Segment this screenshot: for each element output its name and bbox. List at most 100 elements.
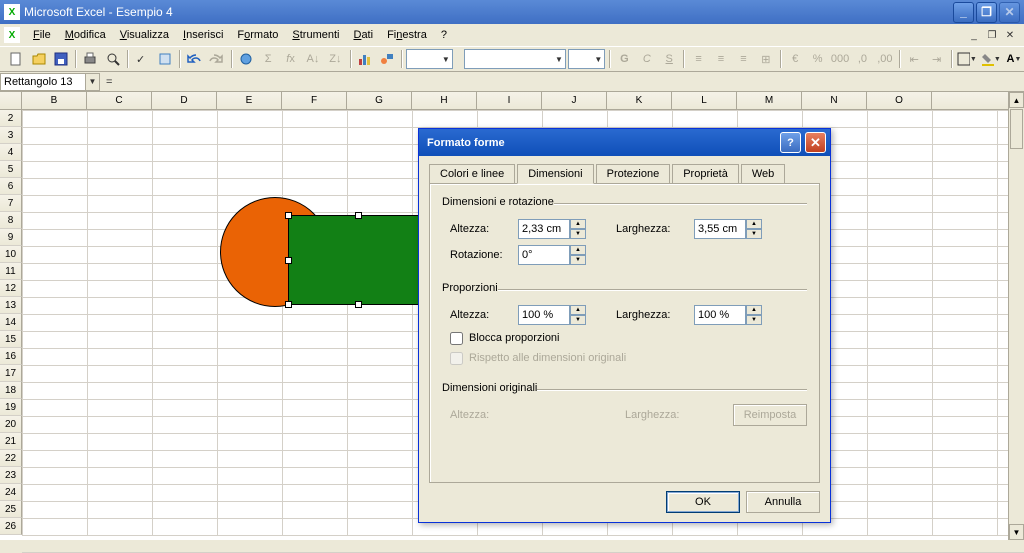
scale-width-input[interactable] bbox=[694, 305, 746, 325]
ok-button[interactable]: OK bbox=[666, 491, 740, 513]
cancel-button[interactable]: Annulla bbox=[746, 491, 820, 513]
menu-inserisci[interactable]: Inserisci bbox=[176, 27, 230, 43]
font-combo[interactable]: ▼ bbox=[464, 49, 566, 69]
row-header-15[interactable]: 15 bbox=[0, 331, 22, 348]
scale-height-input[interactable] bbox=[518, 305, 570, 325]
font-color-button[interactable]: A▼ bbox=[1004, 48, 1024, 70]
rotation-spinner[interactable]: ▲▼ bbox=[518, 245, 586, 265]
resize-handle-w[interactable] bbox=[285, 257, 292, 264]
menu-strumenti[interactable]: Strumenti bbox=[285, 27, 346, 43]
width-down[interactable]: ▼ bbox=[746, 229, 762, 239]
menu-file[interactable]: File bbox=[26, 27, 58, 43]
col-header-L[interactable]: L bbox=[672, 92, 737, 109]
hyperlink-button[interactable] bbox=[235, 48, 255, 70]
row-header-23[interactable]: 23 bbox=[0, 467, 22, 484]
rotation-down[interactable]: ▼ bbox=[570, 255, 586, 265]
name-box[interactable]: Rettangolo 13 ▼ bbox=[0, 73, 100, 91]
col-header-J[interactable]: J bbox=[542, 92, 607, 109]
tab-protezione[interactable]: Protezione bbox=[596, 164, 671, 183]
row-header-20[interactable]: 20 bbox=[0, 416, 22, 433]
row-header-16[interactable]: 16 bbox=[0, 348, 22, 365]
scale-width-spinner[interactable]: ▲▼ bbox=[694, 305, 762, 325]
redo-button[interactable] bbox=[206, 48, 226, 70]
tab-dimensioni[interactable]: Dimensioni bbox=[517, 164, 593, 184]
new-button[interactable] bbox=[6, 48, 26, 70]
doc-close-button[interactable]: ✕ bbox=[1002, 28, 1018, 42]
height-down[interactable]: ▼ bbox=[570, 229, 586, 239]
row-header-8[interactable]: 8 bbox=[0, 212, 22, 229]
resize-handle-nw[interactable] bbox=[285, 212, 292, 219]
row-header-26[interactable]: 26 bbox=[0, 518, 22, 535]
research-button[interactable] bbox=[154, 48, 174, 70]
row-header-6[interactable]: 6 bbox=[0, 178, 22, 195]
scroll-down-button[interactable]: ▼ bbox=[1009, 524, 1024, 540]
minimize-button[interactable]: _ bbox=[953, 2, 974, 23]
row-header-3[interactable]: 3 bbox=[0, 127, 22, 144]
drawing-button[interactable] bbox=[377, 48, 397, 70]
row-header-18[interactable]: 18 bbox=[0, 382, 22, 399]
print-button[interactable] bbox=[80, 48, 100, 70]
tab-proprietà[interactable]: Proprietà bbox=[672, 164, 739, 183]
menu-visualizza[interactable]: Visualizza bbox=[113, 27, 176, 43]
row-header-24[interactable]: 24 bbox=[0, 484, 22, 501]
dialog-help-button[interactable]: ? bbox=[780, 132, 801, 153]
col-header-D[interactable]: D bbox=[152, 92, 217, 109]
row-header-19[interactable]: 19 bbox=[0, 399, 22, 416]
resize-handle-s[interactable] bbox=[355, 301, 362, 308]
menu-finestra[interactable]: Finestra bbox=[380, 27, 434, 43]
row-header-13[interactable]: 13 bbox=[0, 297, 22, 314]
rotation-input[interactable] bbox=[518, 245, 570, 265]
fill-color-button[interactable]: ▼ bbox=[980, 48, 1002, 70]
col-header-C[interactable]: C bbox=[87, 92, 152, 109]
col-header-F[interactable]: F bbox=[282, 92, 347, 109]
col-header-K[interactable]: K bbox=[607, 92, 672, 109]
col-header-N[interactable]: N bbox=[802, 92, 867, 109]
borders-button[interactable]: ▼ bbox=[956, 48, 978, 70]
spell-button[interactable]: ✓ bbox=[132, 48, 152, 70]
scale-width-down[interactable]: ▼ bbox=[746, 315, 762, 325]
row-header-11[interactable]: 11 bbox=[0, 263, 22, 280]
close-button[interactable]: ✕ bbox=[999, 2, 1020, 23]
tab-colori-e-linee[interactable]: Colori e linee bbox=[429, 164, 515, 183]
rectangle-shape[interactable] bbox=[288, 215, 427, 305]
rotation-up[interactable]: ▲ bbox=[570, 245, 586, 255]
scroll-up-button[interactable]: ▲ bbox=[1009, 92, 1024, 108]
menu-formato[interactable]: Formato bbox=[230, 27, 285, 43]
chevron-down-icon[interactable]: ▼ bbox=[85, 74, 99, 90]
row-header-7[interactable]: 7 bbox=[0, 195, 22, 212]
menu-?[interactable]: ? bbox=[434, 27, 454, 43]
row-header-5[interactable]: 5 bbox=[0, 161, 22, 178]
save-button[interactable] bbox=[51, 48, 71, 70]
row-header-2[interactable]: 2 bbox=[0, 110, 22, 127]
row-header-22[interactable]: 22 bbox=[0, 450, 22, 467]
tab-web[interactable]: Web bbox=[741, 164, 785, 183]
col-header-B[interactable]: B bbox=[22, 92, 87, 109]
lock-aspect-checkbox[interactable]: Blocca proporzioni bbox=[450, 328, 807, 348]
scale-height-spinner[interactable]: ▲▼ bbox=[518, 305, 586, 325]
height-up[interactable]: ▲ bbox=[570, 219, 586, 229]
col-header-I[interactable]: I bbox=[477, 92, 542, 109]
maximize-button[interactable]: ❐ bbox=[976, 2, 997, 23]
doc-restore-button[interactable]: ❐ bbox=[984, 28, 1000, 42]
vertical-scrollbar[interactable]: ▲ ▼ bbox=[1008, 92, 1024, 540]
width-input[interactable] bbox=[694, 219, 746, 239]
col-header-M[interactable]: M bbox=[737, 92, 802, 109]
menu-dati[interactable]: Dati bbox=[346, 27, 380, 43]
scale-height-down[interactable]: ▼ bbox=[570, 315, 586, 325]
row-header-21[interactable]: 21 bbox=[0, 433, 22, 450]
scroll-thumb[interactable] bbox=[1010, 109, 1023, 149]
col-header-O[interactable]: O bbox=[867, 92, 932, 109]
menu-modifica[interactable]: Modifica bbox=[58, 27, 113, 43]
row-header-9[interactable]: 9 bbox=[0, 229, 22, 246]
scale-height-up[interactable]: ▲ bbox=[570, 305, 586, 315]
col-header-G[interactable]: G bbox=[347, 92, 412, 109]
row-header-14[interactable]: 14 bbox=[0, 314, 22, 331]
undo-button[interactable] bbox=[184, 48, 204, 70]
dialog-close-button[interactable]: ✕ bbox=[805, 132, 826, 153]
row-header-25[interactable]: 25 bbox=[0, 501, 22, 518]
row-header-12[interactable]: 12 bbox=[0, 280, 22, 297]
doc-minimize-button[interactable]: _ bbox=[966, 28, 982, 42]
scale-width-up[interactable]: ▲ bbox=[746, 305, 762, 315]
size-combo[interactable]: ▼ bbox=[568, 49, 605, 69]
width-up[interactable]: ▲ bbox=[746, 219, 762, 229]
